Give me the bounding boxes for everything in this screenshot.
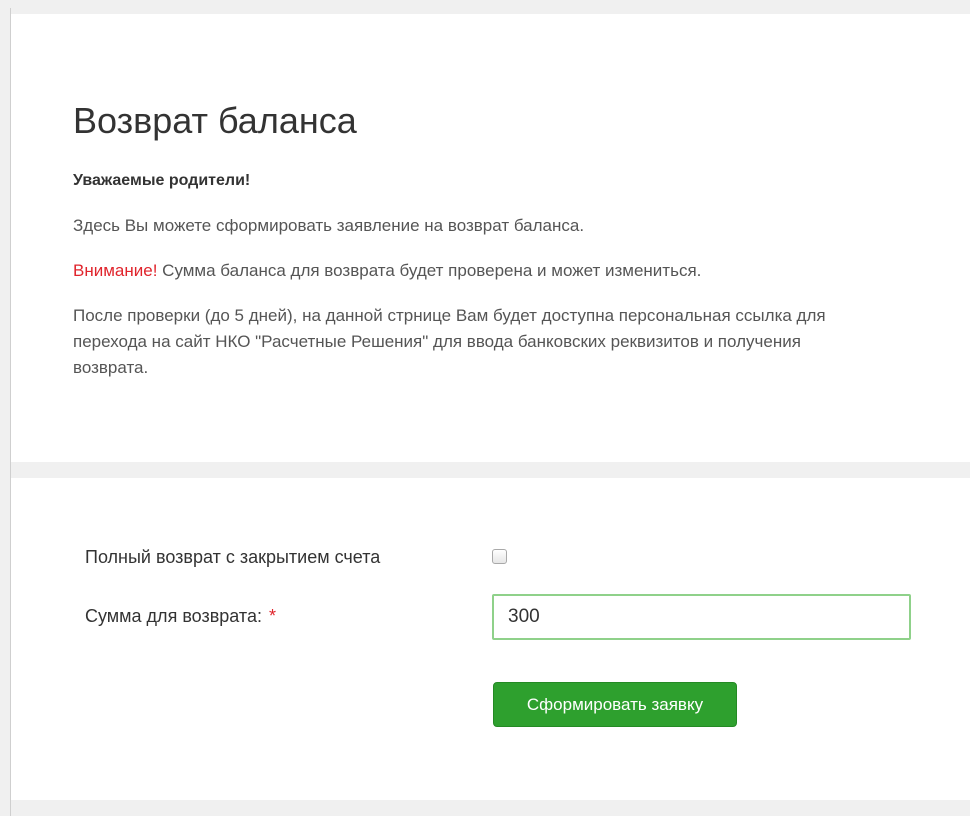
full-refund-checkbox[interactable] (492, 549, 507, 564)
amount-label-text: Сумма для возврата: (85, 606, 267, 626)
submit-request-button[interactable]: Сформировать заявку (493, 682, 737, 727)
amount-input[interactable] (492, 594, 911, 640)
warning-label: Внимание! (73, 261, 158, 280)
warning-text: Внимание! Сумма баланса для возврата буд… (73, 258, 701, 284)
amount-label: Сумма для возврата: * (85, 606, 276, 627)
intro-text: Здесь Вы можете сформировать заявление н… (73, 216, 585, 235)
required-marker: * (268, 606, 276, 626)
full-refund-label: Полный возврат с закрытием счета (85, 547, 381, 567)
page-title: Возврат баланса (73, 100, 357, 141)
greeting-text: Уважаемые родители! (73, 172, 251, 189)
verification-text: После проверки (до 5 дней), на данной ст… (73, 306, 826, 377)
warning-message: Сумма баланса для возврата будет провере… (157, 261, 702, 280)
